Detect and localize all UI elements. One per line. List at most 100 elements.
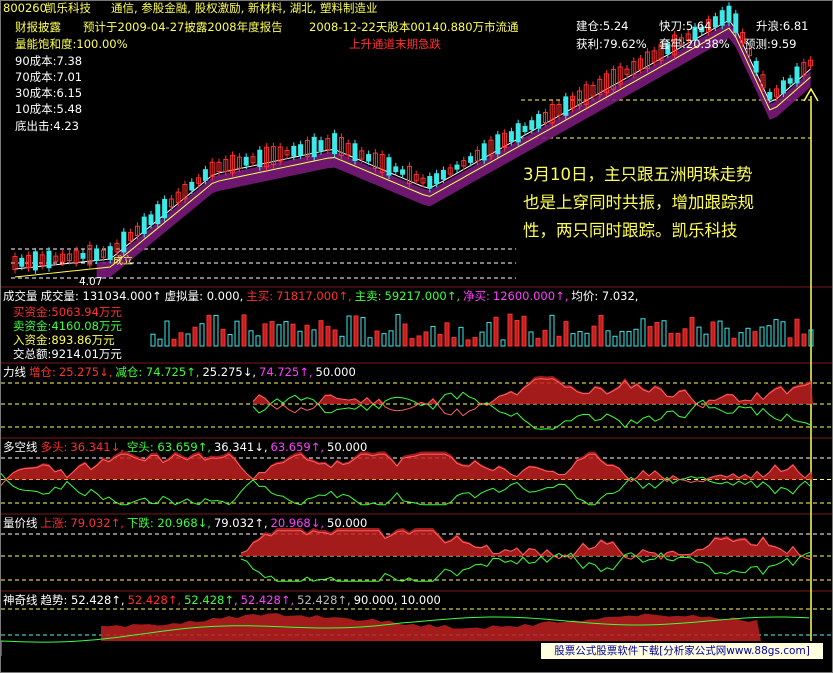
volume-bar (605, 330, 611, 347)
candlestick (46, 250, 52, 269)
strength-v1: 25.275↓, (202, 365, 256, 379)
volume-panel-name: 成交量 (3, 289, 38, 303)
annotation-line-2: 也是上穿同时共振，增加跟踪规 (523, 193, 754, 212)
volume-bar (773, 319, 779, 347)
candlestick (155, 204, 161, 225)
candlestick (515, 123, 521, 143)
volume-bar (318, 320, 324, 347)
candlestick (107, 246, 113, 260)
candlestick (243, 156, 249, 166)
volume-bar (353, 315, 359, 347)
volume-bar (626, 330, 632, 347)
virtual-volume: 虚拟量: 0.000, (164, 289, 244, 303)
volume-bar (402, 323, 408, 347)
volume-bar (521, 315, 527, 347)
volprice-v2: 20.968↓, (270, 516, 325, 530)
volprice-v1: 79.032↑, (213, 516, 268, 530)
volume-bar (556, 335, 562, 347)
candlestick (780, 80, 786, 94)
volume-bar (493, 316, 499, 347)
candlestick (94, 248, 100, 261)
bullbear-level: 50.000 (327, 440, 368, 454)
volume-bar (710, 321, 716, 347)
stock-chart-window: 800260 凯乐科技 通信, 参股金融, 股权激励, 新材料, 湖北, 塑料制… (0, 0, 833, 673)
volume-bar (409, 338, 415, 347)
volume-bar (241, 314, 247, 347)
bullbear-name: 多空线 (3, 440, 38, 454)
candlestick (733, 13, 739, 33)
volume-bar (325, 325, 331, 347)
candlestick (753, 60, 759, 73)
magic-trend: 趋势: 52.428↑, (40, 593, 125, 607)
main-sell-label: 主卖: (354, 289, 382, 303)
volume-bar (332, 329, 338, 347)
strength-fill-area (253, 376, 813, 404)
volume-bar (262, 323, 268, 347)
candlestick (794, 66, 800, 84)
footer-link[interactable]: 股票公式股票软件下载[分析家公式网www.88gs.com] (541, 643, 823, 659)
volume-bar (297, 330, 303, 347)
candlestick (427, 175, 433, 189)
volume-bar (591, 325, 597, 347)
volume-bar (290, 323, 296, 347)
volume-bar (507, 313, 513, 347)
volume-bar (619, 330, 625, 347)
candlestick (162, 198, 168, 219)
volume-bar (738, 332, 744, 347)
candlestick (386, 157, 392, 176)
volume-bar (787, 337, 793, 347)
candlestick (202, 169, 208, 181)
candlestick (767, 92, 773, 100)
volume-bar (780, 321, 786, 347)
volume-bar (367, 337, 373, 347)
bull-label: 多头: (40, 440, 68, 454)
volume-bar (640, 318, 646, 347)
add-label: 增仓: (29, 365, 56, 379)
volume-bar (346, 315, 352, 347)
main-buy-value: 71817.000↑, (276, 289, 352, 303)
candlestick (332, 133, 338, 154)
candlestick (352, 143, 358, 161)
volume-bar (164, 320, 170, 347)
volume-bar (752, 331, 758, 347)
magic-v3: 52.428↑, (240, 593, 295, 607)
up-value: 79.032↑, (70, 516, 124, 530)
candlestick (468, 156, 474, 163)
volume-bar (465, 339, 471, 347)
volume-bar (766, 325, 772, 347)
candlestick (298, 144, 304, 156)
volume-bar (199, 323, 205, 347)
volume-bar (598, 314, 604, 347)
candlestick (529, 120, 535, 131)
volume-bar (206, 314, 212, 347)
stat-trapped: 套牢:20.38% (659, 37, 730, 51)
candlestick (536, 114, 542, 129)
candlestick (787, 78, 793, 84)
signal-mark: 成立 (113, 256, 133, 267)
volume-bar (458, 326, 464, 347)
volume-bar (549, 314, 555, 347)
strength-panel-header: 力线 增仓: 25.275↓, 减仓: 74.725↑, 25.275↓, 74.725↑… (3, 365, 359, 379)
volume-bar (444, 322, 450, 347)
bullbear-fill-area (1, 451, 813, 480)
down-value: 下跌: 20.968↓, (126, 516, 211, 530)
volume-bar (486, 322, 492, 347)
cost-30: 30成本:6.15 (15, 86, 83, 100)
fund-buy: 买资金:5063.94万元 (13, 305, 122, 319)
stock-code: 800260 (3, 1, 47, 15)
magic-v4: 52.428↑, (297, 593, 351, 607)
volume-bar (577, 331, 583, 347)
volume-bar (570, 333, 576, 347)
avg-price: 均价: 7.032, (571, 289, 639, 303)
volume-bar (311, 329, 317, 347)
volume-bar (675, 332, 681, 347)
chart-canvas[interactable] (1, 1, 833, 673)
net-buy-value: 12600.000↑, (492, 289, 569, 303)
volume-bar (374, 330, 380, 347)
volume-bar (801, 333, 807, 347)
candlestick (400, 169, 406, 175)
volume-bar (647, 326, 653, 347)
fund-sell: 卖资金:4160.08万元 (13, 319, 122, 333)
volume-bar (745, 327, 751, 347)
volume-bar (150, 333, 156, 347)
